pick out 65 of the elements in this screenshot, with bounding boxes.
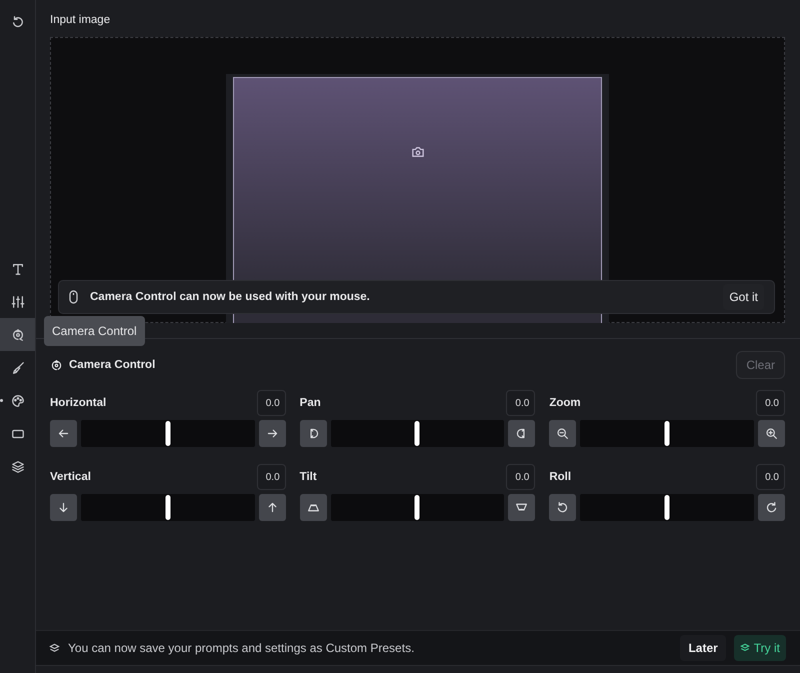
- control-label: Tilt: [300, 470, 317, 485]
- control-label: Roll: [549, 470, 572, 485]
- step-button[interactable]: [549, 494, 576, 522]
- toast-message: Camera Control can now be used with your mouse.: [90, 290, 371, 305]
- up-arrow-icon: [266, 501, 279, 514]
- text-icon: [10, 262, 24, 276]
- right-arrow-icon: [266, 427, 279, 440]
- slider-track[interactable]: [330, 494, 504, 522]
- slider-track[interactable]: [330, 420, 504, 448]
- step-button[interactable]: [258, 494, 286, 522]
- slider-track[interactable]: [81, 494, 255, 522]
- sliders-icon: [10, 294, 24, 308]
- value-field[interactable]: 0.0: [756, 390, 785, 416]
- sidebar-button[interactable]: [0, 318, 35, 351]
- rotate-right-icon: [765, 501, 778, 514]
- zoom-in-icon: [765, 427, 778, 440]
- slider-track[interactable]: [81, 420, 255, 448]
- control-label: Pan: [300, 396, 321, 411]
- brush-icon: [10, 360, 24, 374]
- panel-title: Camera Control: [69, 358, 156, 373]
- control-label: Horizontal: [50, 396, 106, 411]
- layers-icon: [49, 642, 60, 654]
- step-button[interactable]: [300, 420, 327, 448]
- try-it-button[interactable]: Try it: [734, 635, 786, 661]
- step-button[interactable]: [300, 494, 327, 522]
- slider-thumb[interactable]: [664, 495, 670, 520]
- down-arrow-icon: [57, 501, 70, 514]
- banner-message: You can now save your prompts and settings as Custom Presets.: [68, 640, 416, 657]
- step-button[interactable]: [758, 494, 785, 522]
- slider-thumb[interactable]: [414, 495, 420, 520]
- value-field[interactable]: 0.0: [506, 390, 536, 416]
- step-button[interactable]: [50, 420, 77, 448]
- palette-icon: [10, 394, 24, 408]
- step-button[interactable]: [758, 420, 785, 448]
- slider-track[interactable]: [580, 494, 754, 522]
- step-button[interactable]: [508, 494, 536, 522]
- left-arrow-icon: [57, 427, 70, 440]
- step-button[interactable]: [508, 420, 536, 448]
- step-button[interactable]: [50, 494, 77, 522]
- undo-icon: [10, 14, 24, 28]
- section-title: Input image: [50, 13, 112, 28]
- value-field[interactable]: 0.0: [256, 464, 286, 490]
- control-label: Zoom: [549, 396, 581, 411]
- control-label: Vertical: [50, 470, 91, 485]
- camera-icon: [410, 146, 424, 158]
- slider-thumb[interactable]: [414, 421, 420, 446]
- rotate-left-icon: [556, 501, 570, 514]
- slider-thumb[interactable]: [664, 421, 670, 446]
- image-dropzone[interactable]: Camera Control can now be used with your mouse. Got it: [50, 37, 785, 324]
- zoom-out-icon: [556, 427, 570, 440]
- layers-icon: [10, 460, 24, 474]
- camera-control-icon: [10, 328, 24, 342]
- camera-control-icon: [50, 358, 63, 372]
- value-field[interactable]: 0.0: [756, 464, 785, 490]
- slider-thumb[interactable]: [165, 495, 170, 520]
- later-button[interactable]: Later: [680, 635, 726, 661]
- slider-thumb[interactable]: [165, 421, 170, 446]
- value-field[interactable]: 0.0: [506, 464, 536, 490]
- step-button[interactable]: [549, 420, 576, 448]
- step-button[interactable]: [258, 420, 286, 448]
- slider-track[interactable]: [580, 420, 754, 448]
- mouse-icon: [69, 290, 78, 304]
- layers-icon: [740, 643, 750, 653]
- value-field[interactable]: 0.0: [256, 390, 286, 416]
- tooltip: Camera Control: [44, 316, 145, 346]
